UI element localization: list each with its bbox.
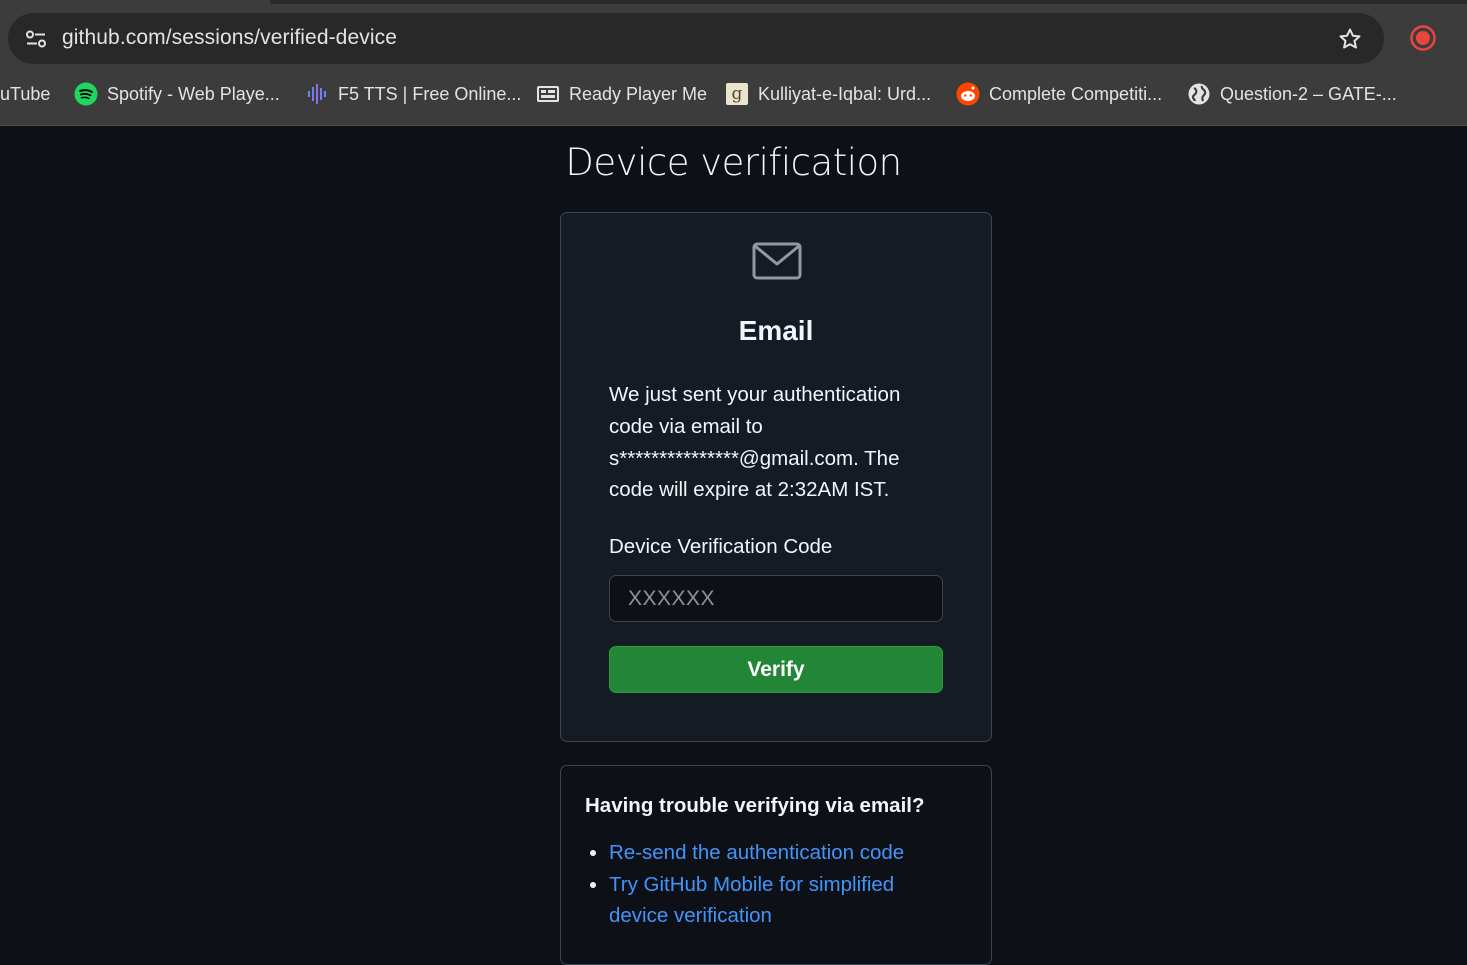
mail-icon [752, 242, 802, 282]
code-label: Device Verification Code [609, 535, 833, 558]
ready-player-me-icon [536, 82, 560, 106]
url-text[interactable]: github.com/sessions/verified-device [62, 26, 397, 50]
tab-strip-edge [270, 0, 1467, 4]
bookmark-label: Question-2 – GATE-... [1220, 83, 1397, 104]
list-item: Re-send the authentication code [609, 837, 939, 869]
star-icon[interactable] [1336, 25, 1364, 53]
bookmark-spotify[interactable]: Spotify - Web Playe... [74, 78, 280, 110]
bookmark-goodreads[interactable]: g Kulliyat-e-Iqbal: Urd... [725, 78, 931, 110]
svg-text:g: g [732, 84, 743, 104]
bookmark-gate[interactable]: Question-2 – GATE-... [1187, 78, 1397, 110]
card-heading: Email [738, 315, 814, 346]
verification-card: Email We just sent your authentication c… [560, 212, 992, 742]
tune-icon[interactable] [20, 23, 51, 54]
bookmark-label: Ready Player Me [569, 83, 708, 104]
record-icon[interactable] [1409, 24, 1437, 52]
help-title: Having trouble verifying via email? [585, 794, 925, 817]
spotify-icon [74, 82, 98, 106]
browser-chrome: github.com/sessions/verified-device uTub… [0, 0, 1467, 126]
globe-icon [1187, 82, 1211, 106]
verify-button[interactable]: Verify [609, 646, 943, 693]
bookmark-youtube[interactable]: uTube [0, 78, 50, 110]
help-card: Having trouble verifying via email? Re-s… [560, 765, 992, 965]
goodreads-icon: g [725, 82, 749, 106]
page-title: Device verification [565, 141, 902, 184]
bookmark-label: Complete Competiti... [989, 83, 1163, 104]
bookmark-label: F5 TTS | Free Online... [338, 83, 522, 104]
bookmark-label: uTube [0, 83, 51, 104]
resend-code-link[interactable]: Re-send the authentication code [609, 841, 904, 864]
bookmark-label: Spotify - Web Playe... [107, 83, 280, 104]
bookmark-f5-tts[interactable]: F5 TTS | Free Online... [305, 78, 521, 110]
reddit-icon [956, 82, 980, 106]
help-links: Re-send the authentication code Try GitH… [609, 837, 939, 932]
audio-wave-icon [305, 82, 329, 106]
list-item: Try GitHub Mobile for simplified device … [609, 869, 939, 932]
github-mobile-link[interactable]: Try GitHub Mobile for simplified device … [609, 873, 894, 928]
bookmark-label: Kulliyat-e-Iqbal: Urd... [758, 83, 932, 104]
bookmarks-bar: uTube Spotify - Web Playe... F5 TTS | Fr… [0, 78, 1467, 110]
bookmark-ready-player-me[interactable]: Ready Player Me [536, 78, 707, 110]
address-bar[interactable]: github.com/sessions/verified-device [8, 13, 1384, 64]
verification-code-input[interactable] [609, 575, 943, 622]
verification-message: We just sent your authentication code vi… [609, 383, 901, 502]
bookmark-reddit[interactable]: Complete Competiti... [956, 78, 1162, 110]
